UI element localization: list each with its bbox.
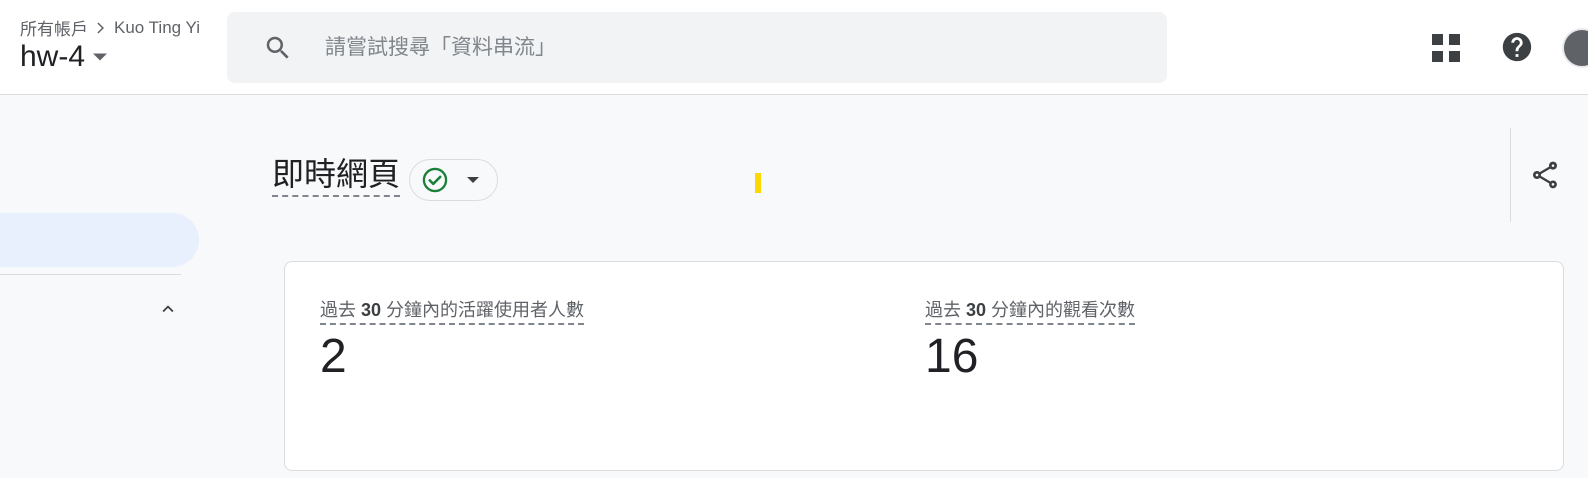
metric-value: 16 — [925, 330, 979, 383]
property-name: hw-4 — [20, 40, 86, 73]
sidebar-divider — [0, 274, 181, 275]
metric-active-users: 過去 30 分鐘內的活躍使用者人數 2 — [320, 298, 585, 385]
search-input[interactable] — [323, 12, 1143, 83]
metric-value: 2 — [320, 330, 347, 383]
metric-views: 過去 30 分鐘內的觀看次數 16 — [925, 298, 1136, 385]
chevron-up-icon[interactable] — [157, 298, 179, 320]
share-icon[interactable] — [1529, 158, 1561, 192]
highlight-mark — [755, 173, 761, 193]
check-circle-icon — [422, 167, 448, 193]
metric-label[interactable]: 過去 30 分鐘內的活躍使用者人數 — [320, 298, 585, 325]
caret-down-icon — [467, 177, 479, 183]
realtime-metrics-card: 過去 30 分鐘內的活躍使用者人數 2 過去 30 分鐘內的觀看次數 16 — [284, 261, 1564, 471]
sidebar-item-active[interactable] — [0, 213, 199, 267]
breadcrumb-account[interactable]: Kuo Ting Yi — [114, 18, 200, 38]
apps-grid-icon[interactable] — [1431, 33, 1461, 63]
page-title[interactable]: 即時網頁 — [272, 155, 401, 197]
chevron-right-icon — [97, 21, 104, 34]
search-icon[interactable] — [263, 33, 293, 63]
search-bar — [227, 12, 1167, 83]
property-selector[interactable]: hw-4 — [20, 40, 108, 74]
caret-down-icon — [93, 53, 108, 61]
toolbar-divider — [1510, 128, 1511, 222]
data-status-chip[interactable] — [409, 159, 498, 201]
breadcrumb-root[interactable]: 所有帳戶 — [20, 15, 88, 40]
metric-label[interactable]: 過去 30 分鐘內的觀看次數 — [925, 298, 1136, 325]
breadcrumb: 所有帳戶 Kuo Ting Yi — [20, 15, 200, 40]
avatar[interactable] — [1562, 28, 1588, 68]
top-bar: 所有帳戶 Kuo Ting Yi hw-4 — [0, 0, 1588, 95]
help-icon[interactable] — [1500, 30, 1534, 64]
